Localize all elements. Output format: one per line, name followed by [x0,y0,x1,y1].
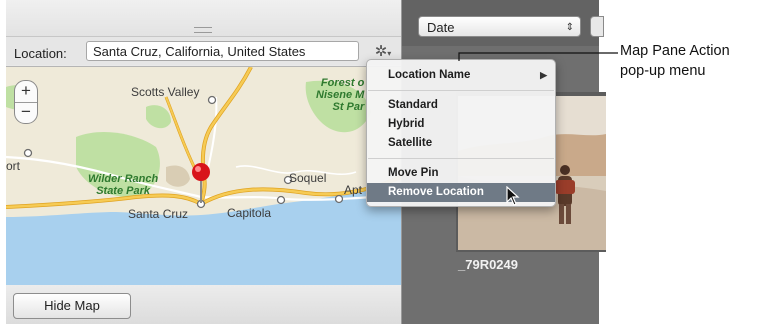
map-label-scotts-valley: Scotts Valley [131,85,200,99]
map-label-forest-nisene: Forest o Nisene M St Par [316,77,365,113]
map-action-popup-menu: Location Name ▶ Standard Hybrid Satellit… [366,59,556,207]
toolbar-button[interactable] [590,16,604,37]
location-label: Location: [14,46,67,61]
hide-map-button[interactable]: Hide Map [13,293,131,319]
callout-line2: pop-up menu [620,63,706,79]
sort-select[interactable]: Date ⇕ [418,16,581,37]
menu-item-satellite[interactable]: Satellite [367,134,555,153]
zoom-control: + − [14,80,38,124]
menu-item-standard[interactable]: Standard [367,96,555,115]
menu-separator [368,158,554,159]
menu-item-move-pin[interactable]: Move Pin [367,164,555,183]
zoom-in-button[interactable]: + [15,81,37,103]
city-dot [334,194,344,204]
map-label-soquel: Soquel [289,171,327,185]
map-label-port: ort [6,159,21,173]
park-area [166,165,190,187]
sort-select-value: Date [427,20,455,35]
highway-17 [199,67,253,205]
map-label-aptos: Apt [344,183,363,197]
updown-arrows-icon: ⇕ [565,22,574,33]
city-dot [276,195,286,205]
submenu-arrow-icon: ▶ [540,70,547,80]
map-label-santa-cruz: Santa Cruz [128,207,189,221]
menu-item-location-name[interactable]: Location Name ▶ [367,66,555,85]
menu-separator [368,90,554,91]
menu-item-hybrid[interactable]: Hybrid [367,115,555,134]
location-field[interactable]: Santa Cruz, California, United States [86,41,359,61]
resize-grip[interactable] [194,27,212,33]
park-area [146,105,171,129]
chevron-down-icon: ▾ [387,49,392,58]
city-dot [207,95,217,105]
mouse-pointer-icon [506,185,520,211]
callout-line [458,52,618,61]
callout-label: Map Pane Action pop-up menu [620,41,730,81]
map-pane: Location: Santa Cruz, California, United… [6,0,402,324]
map-label-capitola: Capitola [227,206,272,220]
map-view[interactable]: Scotts Valley Forest o Nisene M St Par W… [6,66,401,286]
city-dot [23,148,33,158]
callout-line1: Map Pane Action [620,43,730,59]
zoom-out-button[interactable]: − [15,102,37,123]
map-pin [192,163,210,181]
map-label-wilder-ranch: Wilder Ranch State Park [88,173,159,197]
photo-caption: _79R0249 [458,257,518,272]
gear-icon: ✲ [374,43,388,60]
menu-item-remove-location[interactable]: Remove Location [367,183,555,202]
